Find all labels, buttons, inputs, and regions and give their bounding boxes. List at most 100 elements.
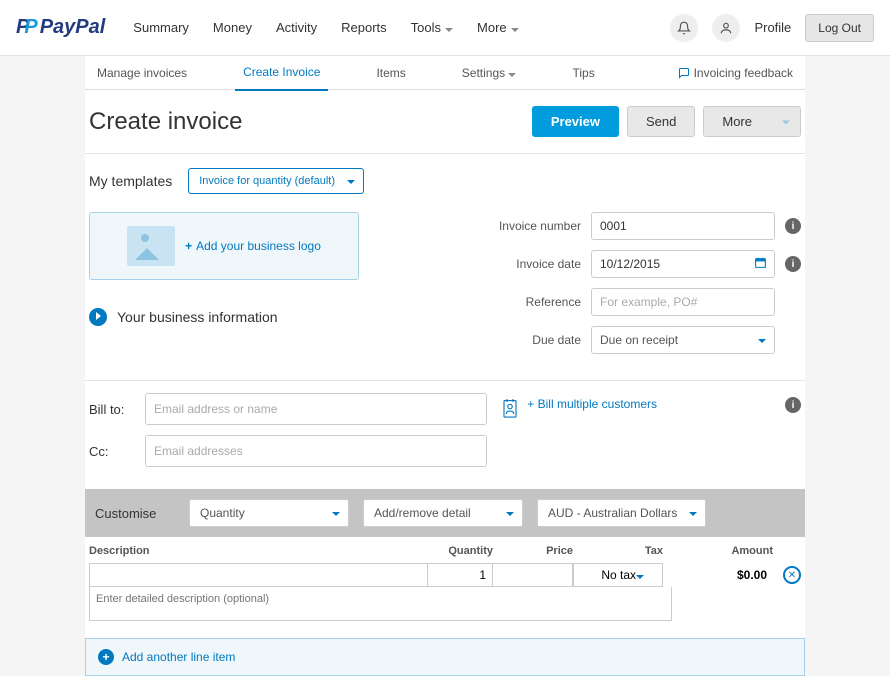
- quantity-select[interactable]: Quantity: [189, 499, 349, 527]
- template-select[interactable]: Invoice for quantity (default): [188, 168, 364, 194]
- nav-more-label: More: [477, 20, 507, 35]
- invoice-number-label: Invoice number: [471, 219, 581, 233]
- preview-button[interactable]: Preview: [532, 106, 619, 137]
- more-button-label: More: [722, 114, 752, 129]
- templates-label: My templates: [89, 173, 172, 189]
- currency-select[interactable]: AUD - Australian Dollars: [537, 499, 706, 527]
- chevron-down-icon: [689, 508, 697, 518]
- contact-icon[interactable]: [501, 397, 519, 424]
- feedback-label: Invoicing feedback: [694, 66, 793, 80]
- page-header: Create invoice Preview Send More: [85, 106, 805, 153]
- billto-label: Bill to:: [89, 402, 137, 417]
- due-date-select[interactable]: Due on receipt: [591, 326, 775, 354]
- chevron-down-icon: [445, 20, 453, 35]
- chevron-down-icon: [508, 66, 516, 80]
- chevron-down-icon: [506, 508, 514, 518]
- templates-row: My templates Invoice for quantity (defau…: [85, 154, 805, 208]
- chevron-down-icon: [511, 20, 519, 35]
- chevron-down-icon: [782, 116, 790, 127]
- subnav-feedback[interactable]: Invoicing feedback: [670, 56, 801, 90]
- bell-icon[interactable]: [670, 14, 698, 42]
- item-detail-textarea[interactable]: [89, 587, 672, 621]
- col-price: Price: [493, 545, 573, 557]
- col-tax: Tax: [573, 545, 663, 557]
- send-button[interactable]: Send: [627, 106, 695, 137]
- invoice-number-input[interactable]: [591, 212, 775, 240]
- subnav-settings[interactable]: Settings: [454, 56, 525, 90]
- user-icon[interactable]: [712, 14, 740, 42]
- nav-tools[interactable]: Tools: [411, 20, 453, 35]
- profile-link[interactable]: Profile: [754, 20, 791, 35]
- top-nav: Summary Money Activity Reports Tools Mor…: [133, 20, 670, 35]
- paypal-logo[interactable]: PP PayPal: [16, 16, 105, 39]
- add-logo-box[interactable]: +Add your business logo: [89, 212, 359, 280]
- nav-money[interactable]: Money: [213, 20, 252, 35]
- subnav-items[interactable]: Items: [368, 56, 413, 90]
- nav-tools-label: Tools: [411, 20, 441, 35]
- col-amount: Amount: [663, 545, 773, 557]
- due-date-label: Due date: [471, 333, 581, 347]
- item-description-input[interactable]: [89, 563, 428, 587]
- reference-label: Reference: [471, 295, 581, 309]
- top-nav-bar: PP PayPal Summary Money Activity Reports…: [0, 0, 890, 56]
- subnav-manage[interactable]: Manage invoices: [89, 56, 195, 90]
- business-info-toggle[interactable]: Your business information: [89, 308, 447, 326]
- chevron-down-icon: [758, 335, 766, 345]
- nav-reports[interactable]: Reports: [341, 20, 387, 35]
- nav-activity[interactable]: Activity: [276, 20, 317, 35]
- info-icon[interactable]: i: [785, 256, 801, 272]
- cc-input[interactable]: [145, 435, 487, 467]
- add-logo-link: +Add your business logo: [185, 239, 321, 253]
- sub-nav: Manage invoices Create Invoice Items Set…: [85, 56, 805, 90]
- calendar-icon[interactable]: [754, 256, 767, 272]
- col-description: Description: [89, 545, 428, 557]
- add-line-label: Add another line item: [122, 650, 235, 664]
- image-placeholder-icon: [127, 226, 175, 266]
- billto-section: Bill to: Cc: + Bill multiple customers i: [85, 381, 805, 489]
- top-actions: Profile Log Out: [670, 14, 874, 42]
- page-content: Manage invoices Create Invoice Items Set…: [85, 56, 805, 676]
- invoice-date-input[interactable]: [591, 250, 775, 278]
- reference-input[interactable]: [591, 288, 775, 316]
- due-date-value: Due on receipt: [600, 333, 678, 347]
- remove-line-button[interactable]: ✕: [783, 566, 801, 584]
- cc-label: Cc:: [89, 444, 137, 459]
- chat-icon: [678, 67, 690, 79]
- info-icon[interactable]: i: [785, 218, 801, 234]
- item-tax-value: No tax: [601, 568, 636, 582]
- add-line-item-button[interactable]: + Add another line item: [85, 638, 805, 676]
- item-price-input[interactable]: [493, 563, 573, 587]
- chevron-down-icon: [332, 508, 340, 518]
- info-icon[interactable]: i: [785, 397, 801, 413]
- nav-more[interactable]: More: [477, 20, 519, 35]
- subnav-tips[interactable]: Tips: [564, 56, 602, 90]
- template-selected: Invoice for quantity (default): [199, 175, 335, 187]
- detail-select[interactable]: Add/remove detail: [363, 499, 523, 527]
- chevron-down-icon: [347, 176, 355, 186]
- col-quantity: Quantity: [428, 545, 493, 557]
- chevron-down-icon: [636, 568, 644, 582]
- business-info-label: Your business information: [117, 309, 278, 325]
- subnav-settings-label: Settings: [462, 66, 505, 80]
- more-button[interactable]: More: [703, 106, 801, 137]
- billto-input[interactable]: [145, 393, 487, 425]
- logout-button[interactable]: Log Out: [805, 14, 874, 42]
- customise-bar: Customise Quantity Add/remove detail AUD…: [85, 489, 805, 537]
- items-header: Description Quantity Price Tax Amount: [85, 537, 805, 563]
- item-quantity-input[interactable]: [428, 563, 493, 587]
- plus-circle-icon: +: [98, 649, 114, 665]
- quantity-select-value: Quantity: [200, 506, 245, 520]
- item-amount: $0.00: [663, 568, 773, 582]
- line-item-row: No tax $0.00 ✕: [85, 563, 805, 587]
- customise-label: Customise: [95, 506, 175, 521]
- invoice-date-label: Invoice date: [471, 257, 581, 271]
- paypal-pp-icon: PP: [16, 16, 38, 39]
- nav-summary[interactable]: Summary: [133, 20, 189, 35]
- brand-text: PayPal: [40, 16, 106, 39]
- chevron-right-icon: [89, 308, 107, 326]
- page-title: Create invoice: [89, 108, 524, 136]
- currency-select-value: AUD - Australian Dollars: [548, 506, 677, 520]
- subnav-create[interactable]: Create Invoice: [235, 55, 328, 91]
- bill-multiple-link[interactable]: + Bill multiple customers: [527, 397, 657, 411]
- item-tax-select[interactable]: No tax: [573, 563, 663, 587]
